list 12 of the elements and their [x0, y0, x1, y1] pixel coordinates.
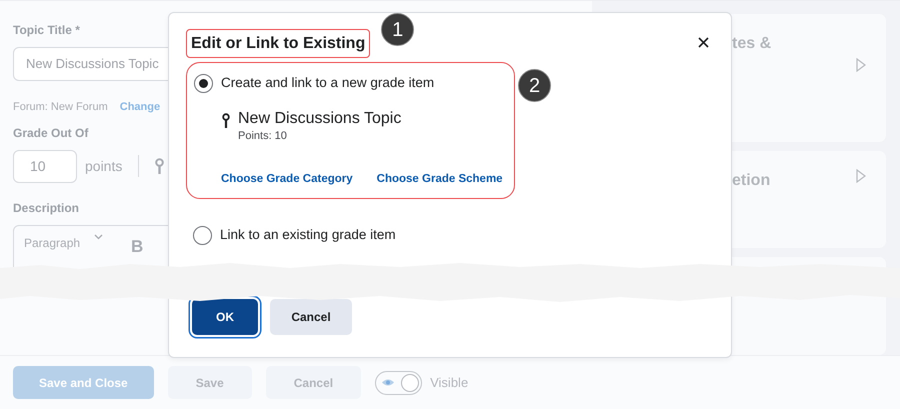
step-number: 1 [381, 13, 414, 46]
field-label: Topic Title * [13, 22, 80, 39]
panel-title: etion [732, 170, 770, 191]
grade-item-points: Points: 10 [238, 129, 288, 144]
step-number: 2 [518, 69, 551, 102]
panel-title: tes & [732, 34, 772, 54]
unit-label: points [85, 156, 122, 176]
field-label: Grade Out Of [13, 124, 88, 142]
forum-text: Forum: New Forum [13, 100, 108, 115]
grade-item-name: New Discussions Topic [238, 109, 402, 128]
field-label: Description [13, 200, 80, 216]
toggle-label: Visible [430, 374, 468, 392]
